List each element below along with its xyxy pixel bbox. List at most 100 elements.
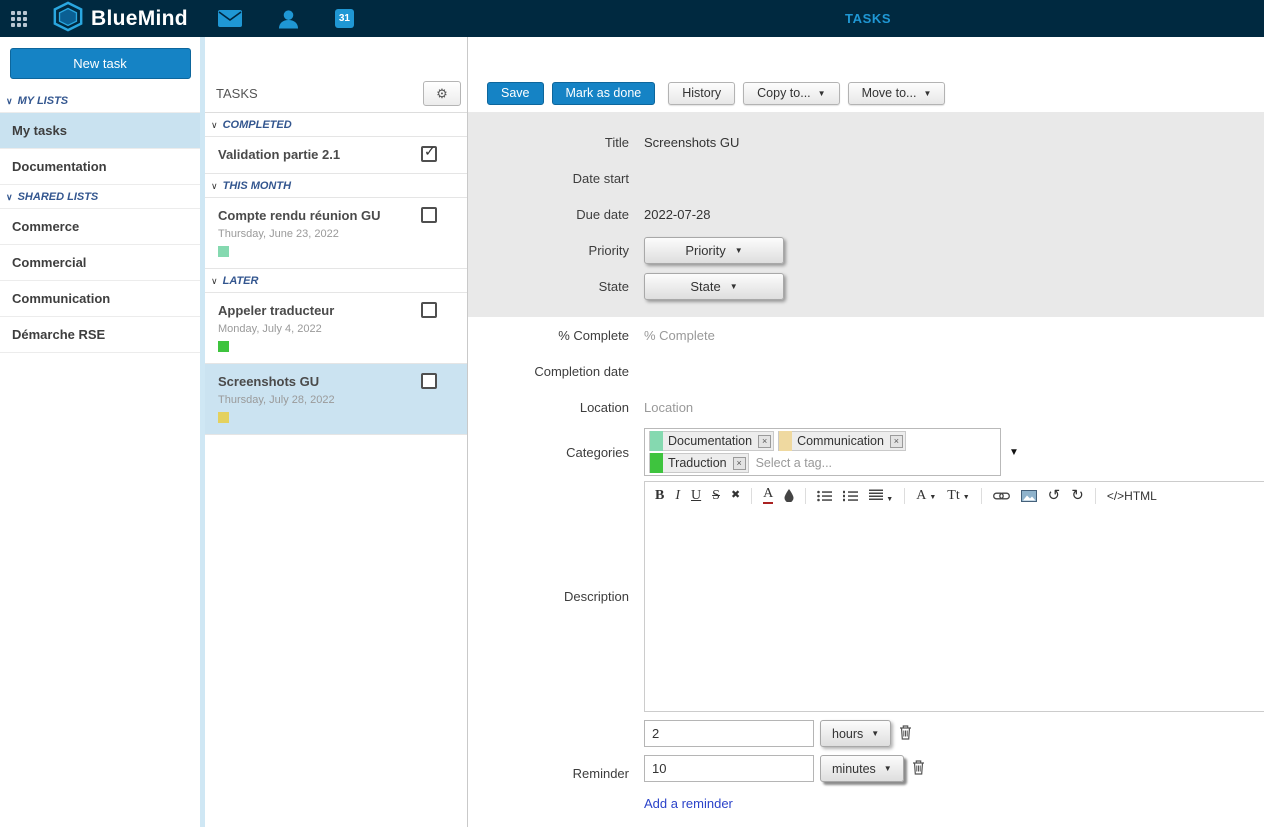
state-dropdown-label: State (690, 279, 720, 294)
reminder-value-input[interactable] (644, 755, 814, 782)
tag-color-chip (650, 431, 663, 451)
save-button[interactable]: Save (487, 82, 544, 105)
task-date: Thursday, June 23, 2022 (218, 228, 423, 240)
apps-grid-icon[interactable] (11, 11, 27, 27)
undo-icon[interactable]: ↺ (1048, 488, 1061, 503)
description-input[interactable] (645, 509, 1264, 711)
description-editor: B I U S ✖ A (644, 481, 1264, 712)
gear-icon[interactable]: ⚙ (423, 81, 461, 106)
reminder-unit-dropdown[interactable]: minutes ▼ (820, 755, 904, 782)
contacts-app-icon[interactable] (278, 9, 299, 29)
task-title: Appeler traducteur (218, 303, 423, 318)
tag-color-chip (779, 431, 792, 451)
title-label: Title (468, 135, 629, 150)
location-label: Location (468, 400, 629, 415)
bold-icon[interactable]: B (655, 489, 664, 503)
sidebar-section-my-lists[interactable]: ∨ MY LISTS (0, 89, 200, 113)
remove-tag-icon[interactable]: × (890, 435, 903, 448)
task-row-screenshots-gu[interactable]: Screenshots GU Thursday, July 28, 2022 (205, 364, 467, 435)
priority-dropdown[interactable]: Priority ▼ (644, 237, 784, 264)
date-start-input[interactable] (644, 171, 924, 186)
move-to-button[interactable]: Move to... ▼ (848, 82, 946, 105)
ordered-list-icon[interactable] (843, 490, 858, 502)
due-date-input[interactable] (644, 207, 924, 222)
task-row-compte-rendu[interactable]: Compte rendu réunion GU Thursday, June 2… (205, 198, 467, 269)
percent-complete-input[interactable] (644, 328, 924, 343)
html-source-button[interactable]: </>HTML (1107, 490, 1157, 502)
task-date: Thursday, July 28, 2022 (218, 394, 423, 406)
underline-icon[interactable]: U (691, 489, 701, 503)
sidebar-item-commercial[interactable]: Commercial (0, 245, 200, 281)
delete-reminder-icon[interactable] (910, 760, 927, 778)
task-checkbox[interactable] (421, 207, 437, 223)
completion-date-input[interactable] (644, 364, 924, 379)
task-list-title: TASKS (216, 86, 258, 101)
remove-tag-icon[interactable]: × (758, 435, 771, 448)
group-header-completed[interactable]: ∨ COMPLETED (205, 113, 467, 137)
reminder-row: minutes ▼ (644, 755, 927, 782)
group-header-later[interactable]: ∨ LATER (205, 269, 467, 293)
add-reminder-link[interactable]: Add a reminder (644, 796, 733, 811)
calendar-app-icon[interactable]: 31 (335, 9, 354, 28)
sidebar-item-demarche-rse[interactable]: Démarche RSE (0, 317, 200, 353)
redo-icon[interactable]: ↻ (1071, 488, 1084, 503)
unordered-list-icon[interactable] (817, 490, 832, 502)
task-checkbox[interactable] (421, 302, 437, 318)
italic-icon[interactable]: I (675, 489, 680, 503)
caret-down-icon: ▼ (884, 764, 892, 773)
task-row-validation-partie[interactable]: Validation partie 2.1 (205, 137, 467, 174)
history-button[interactable]: History (668, 82, 735, 105)
tag-documentation: Documentation × (649, 431, 774, 451)
bluemind-logo[interactable]: BlueMind (52, 1, 188, 37)
font-size-icon[interactable]: Tt ▼ (947, 489, 969, 503)
delete-reminder-icon[interactable] (897, 725, 914, 743)
copy-to-label: Copy to... (757, 86, 811, 100)
priority-dropdown-label: Priority (685, 243, 725, 258)
sidebar-item-my-tasks[interactable]: My tasks (0, 113, 200, 149)
sidebar-item-commerce[interactable]: Commerce (0, 209, 200, 245)
description-label: Description (468, 589, 629, 604)
align-justify-icon[interactable]: ▼ (869, 489, 893, 503)
caret-down-icon: ▼ (730, 282, 738, 291)
remove-tag-icon[interactable]: × (733, 457, 746, 470)
task-title: Compte rendu réunion GU (218, 208, 423, 223)
font-family-icon[interactable]: A ▼ (916, 489, 936, 503)
new-task-button[interactable]: New task (10, 48, 191, 79)
sidebar-section-shared-lists[interactable]: ∨ SHARED LISTS (0, 185, 200, 209)
text-color-icon[interactable]: A (763, 487, 773, 504)
reminder-label: Reminder (468, 720, 629, 781)
caret-down-icon: ▼ (886, 496, 893, 503)
brand-name: BlueMind (91, 7, 188, 31)
state-dropdown[interactable]: State ▼ (644, 273, 784, 300)
toolbar-separator (751, 488, 752, 504)
categories-caret-down-icon[interactable]: ▼ (1009, 447, 1019, 458)
caret-down-icon: ▼ (871, 729, 879, 738)
toolbar-separator (981, 488, 982, 504)
remove-format-icon[interactable]: ✖ (731, 490, 740, 501)
title-input[interactable] (644, 135, 924, 150)
editor-toolbar: B I U S ✖ A (645, 482, 1264, 509)
task-checkbox[interactable] (421, 373, 437, 389)
copy-to-button[interactable]: Copy to... ▼ (743, 82, 839, 105)
bluemind-hexagon-icon (52, 1, 84, 37)
sidebar: New task ∨ MY LISTS My tasks Documentati… (0, 37, 205, 827)
sidebar-item-communication[interactable]: Communication (0, 281, 200, 317)
location-input[interactable] (644, 400, 924, 415)
strikethrough-icon[interactable]: S (712, 489, 720, 503)
group-header-this-month[interactable]: ∨ THIS MONTH (205, 174, 467, 198)
mail-app-icon[interactable] (218, 10, 242, 27)
reminder-value-input[interactable] (644, 720, 814, 747)
tag-search-input[interactable] (756, 456, 866, 470)
highlight-color-icon[interactable] (784, 489, 794, 502)
sidebar-item-documentation[interactable]: Documentation (0, 149, 200, 185)
insert-link-icon[interactable] (993, 491, 1010, 501)
task-checkbox[interactable] (421, 146, 437, 162)
categories-box[interactable]: Documentation × Communication × Traducti… (644, 428, 1001, 476)
chevron-down-icon: ∨ (6, 96, 13, 107)
task-row-appeler-traducteur[interactable]: Appeler traducteur Monday, July 4, 2022 (205, 293, 467, 364)
caret-down-icon: ▼ (735, 246, 743, 255)
tag-traduction: Traduction × (649, 453, 749, 473)
mark-as-done-button[interactable]: Mark as done (552, 82, 656, 105)
reminder-unit-dropdown[interactable]: hours ▼ (820, 720, 891, 747)
insert-image-icon[interactable] (1021, 490, 1037, 502)
